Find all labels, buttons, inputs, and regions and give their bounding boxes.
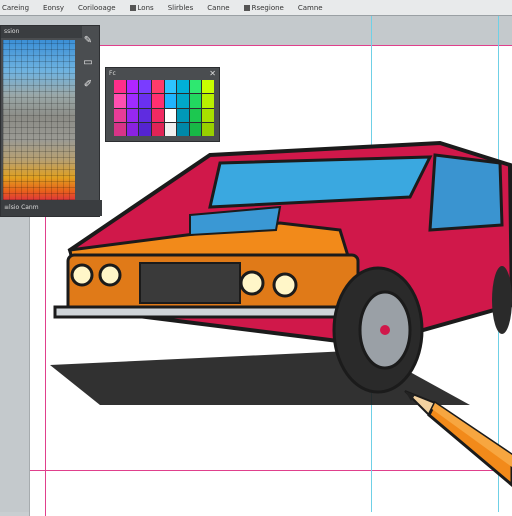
color-swatch[interactable] [114,108,126,122]
color-swatch[interactable] [177,80,189,94]
car-rear-wheel [492,266,512,334]
menu-item-rsegione[interactable]: Rsegione [243,4,284,12]
pencil-icon [404,390,512,487]
menu-square-icon [243,4,250,11]
panel-icon[interactable]: ▭ [81,56,95,70]
swatch-grid [114,80,214,136]
menu-item-lons[interactable]: Lons [129,4,154,12]
car-illustration[interactable] [40,135,512,425]
color-swatch[interactable] [202,108,214,122]
color-swatch[interactable] [177,122,189,136]
color-swatch[interactable] [189,122,202,136]
menu-item-careing[interactable]: Careing [2,4,29,12]
color-swatch[interactable] [202,80,214,94]
layers-panel[interactable]: ssion ✎ ▭ ✐ ≡lsio Canm [0,25,102,217]
color-swatch[interactable] [189,80,202,94]
color-swatch[interactable] [164,94,177,108]
menu-item-slirbles[interactable]: Slirbles [168,4,194,12]
color-swatch[interactable] [164,80,177,94]
layers-panel-footer: ≡lsio Canm [1,200,102,216]
close-icon[interactable]: ✕ [209,69,216,78]
color-swatch[interactable] [139,122,151,136]
color-swatch[interactable] [164,108,177,122]
color-swatch[interactable] [126,122,139,136]
car-side-window [428,153,504,232]
color-swatch[interactable] [151,108,164,122]
guide-horizontal-top[interactable] [100,45,512,46]
brush-icon[interactable]: ✎ [81,34,95,48]
color-swatch[interactable] [114,122,126,136]
swatch-panel[interactable]: Fc ✕ [105,67,220,142]
color-swatch[interactable] [189,94,202,108]
color-swatch[interactable] [177,94,189,108]
color-swatch[interactable] [126,80,139,94]
eyedropper-icon[interactable]: ✐ [81,78,95,92]
car-headlight-right-1 [239,270,265,296]
color-swatch[interactable] [126,108,139,122]
menu-square-icon [129,4,136,11]
color-swatch[interactable] [126,94,139,108]
menu-item-camne[interactable]: Camne [298,4,323,12]
swatch-panel-title: Fc [109,70,116,77]
color-swatch[interactable] [114,94,126,108]
car-headlight-right-2 [272,272,298,298]
layers-panel-header: ssion [1,26,82,38]
color-swatch[interactable] [177,108,189,122]
car-headlight-left-2 [98,263,122,287]
color-swatch[interactable] [202,94,214,108]
menu-bar: Careing Eonsy Corilooage Lons Slirbles C… [0,0,512,16]
menu-item-canne[interactable]: Canne [207,4,229,12]
menu-item-eonsy[interactable]: Eonsy [43,4,64,12]
layers-thumbnail-grid[interactable] [3,40,75,212]
color-swatch[interactable] [189,108,202,122]
car-bumper [53,305,367,319]
menu-item-corilooage[interactable]: Corilooage [78,4,116,12]
car-grille [139,262,241,304]
car-headlight-left-1 [70,263,94,287]
color-swatch[interactable] [139,80,151,94]
color-swatch[interactable] [139,94,151,108]
color-swatch[interactable] [139,108,151,122]
color-swatch[interactable] [164,122,177,136]
color-swatch[interactable] [151,80,164,94]
color-swatch[interactable] [202,122,214,136]
color-swatch[interactable] [151,94,164,108]
color-swatch[interactable] [151,122,164,136]
color-swatch[interactable] [114,80,126,94]
car-wheel-hub [380,325,390,335]
